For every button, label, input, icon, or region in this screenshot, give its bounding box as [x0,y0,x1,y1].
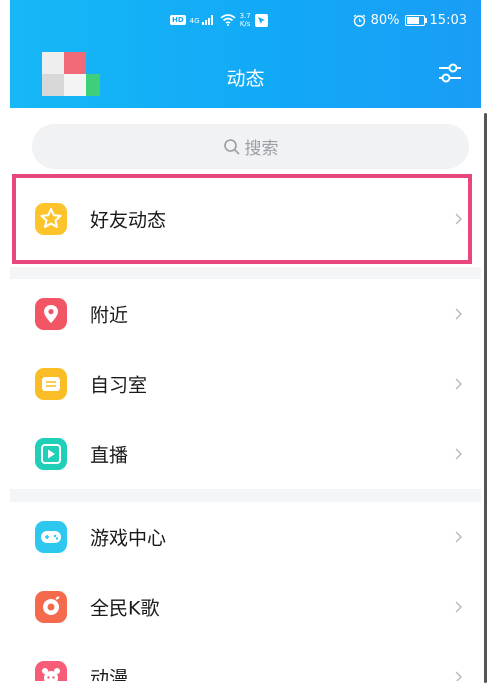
chevron-right-icon [455,213,462,225]
study-room-icon [35,368,67,400]
menu-item-label: 动漫 [90,667,129,682]
chevron-right-icon [455,601,462,613]
scrollbar[interactable] [484,113,487,683]
menu-item-label: 游戏中心 [90,527,167,550]
page-title: 动态 [226,68,265,90]
search-area: 搜索 [10,108,481,170]
hd-badge: HD [170,15,186,25]
search-input[interactable]: 搜索 [32,124,469,169]
menu-item-label: 好友动态 [90,209,167,232]
menu-item-live[interactable]: 直播 [10,419,481,489]
menu-item-karaoke[interactable]: 全民K歌 [10,572,481,642]
status-left: HD 4G 3.7 K/s [170,10,268,30]
app-screen: HD 4G 3.7 K/s 80% 15:03 动态 搜索 好友动态 附近 自习… [10,0,481,681]
battery-percent: 80% [370,12,400,28]
chevron-right-icon [455,378,462,390]
menu-item-label: 直播 [90,444,129,467]
menu-item-friends-feed[interactable]: 好友动态 [10,184,481,254]
alarm-icon [353,14,365,27]
header-bar: HD 4G 3.7 K/s 80% 15:03 动态 [10,0,481,108]
menu-item-label: 附近 [90,304,129,327]
gamepad-icon [35,521,67,553]
net-speed-value: 3.7 [239,12,251,20]
wifi-icon [220,14,236,26]
section-divider [10,489,481,502]
chevron-right-icon [455,531,462,543]
filter-settings-icon[interactable] [437,60,463,86]
menu-item-nearby[interactable]: 附近 [10,279,481,349]
live-icon [35,438,67,470]
status-right: 80% 15:03 [353,10,467,30]
signal-label: 4G [189,17,200,25]
menu-item-label: 全民K歌 [90,597,160,620]
net-speed: 3.7 K/s [240,12,251,28]
search-placeholder: 搜索 [244,139,279,159]
karaoke-icon [35,591,67,623]
anime-icon [35,661,67,681]
section-divider [10,267,481,279]
location-pin-icon [35,298,67,330]
battery-icon [404,14,427,26]
star-icon [35,203,67,235]
chevron-right-icon [455,448,462,460]
chevron-right-icon [455,308,462,320]
signal-icon: 4G [190,15,216,25]
chevron-right-icon [455,671,462,681]
menu-item-game-center[interactable]: 游戏中心 [10,502,481,572]
location-arrow-icon [254,13,268,27]
status-bar: HD 4G 3.7 K/s 80% 15:03 [10,10,481,30]
menu-item-label: 自习室 [90,374,148,397]
net-speed-unit: K/s [239,20,251,28]
menu-item-study-room[interactable]: 自习室 [10,349,481,419]
menu-item-anime[interactable]: 动漫 [10,642,481,681]
clock-time: 15:03 [429,12,467,28]
search-icon [223,138,240,155]
